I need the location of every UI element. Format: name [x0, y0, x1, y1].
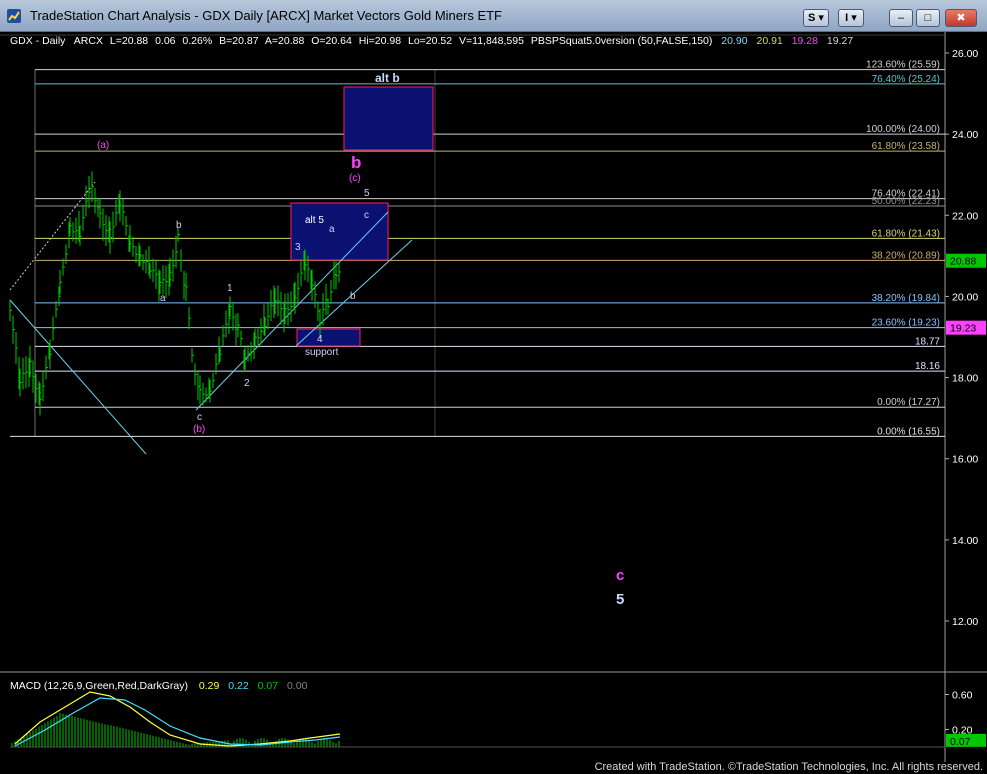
wave-label-b-left: b	[176, 220, 182, 231]
wave-label-a-small: a	[329, 224, 335, 235]
last-price: L=20.88	[110, 35, 148, 47]
close-button[interactable]: ✖	[945, 9, 977, 27]
fib-level-label: 18.77	[915, 336, 940, 347]
price-tick-label: 14.00	[952, 535, 978, 547]
high-price: Hi=20.98	[359, 35, 401, 47]
ask-price: A=20.88	[265, 35, 305, 47]
price-tick-label: 26.00	[952, 48, 978, 60]
window-title: TradeStation Chart Analysis - GDX Daily …	[30, 8, 502, 23]
copyright-footer: Created with TradeStation. ©TradeStation…	[594, 761, 983, 773]
fib-level-label: 61.80% (23.58)	[872, 141, 940, 152]
wave-label-c-small: c	[364, 210, 369, 221]
price-tick-label: 24.00	[952, 129, 978, 141]
wave-label-alt-5: alt 5	[305, 215, 324, 226]
support-price-tag-label: 19.23	[950, 323, 976, 335]
net-change: 0.06	[155, 35, 176, 47]
close-icon: ✖	[956, 12, 966, 24]
price-tick-label: 16.00	[952, 454, 978, 466]
minimize-icon: –	[897, 12, 905, 24]
dropdown-arrow-icon: ▾	[815, 12, 824, 24]
wave-label-5-big: 5	[616, 591, 624, 608]
support-box[interactable]	[296, 328, 361, 347]
pct-change: 0.26%	[182, 35, 212, 47]
svg-text:GDX - Daily ARCX L: GDX - Daily ARCX L=20.88 0.06 0.26% B=20…	[10, 35, 853, 47]
fib-level-label: 23.60% (19.23)	[872, 318, 940, 329]
macd-value-1: 0.29	[199, 680, 220, 692]
tradestation-app-icon	[7, 9, 21, 23]
wave-label-2: 2	[244, 378, 250, 389]
bid-price: B=20.87	[219, 35, 259, 47]
wave-label-b-big: b	[351, 153, 361, 172]
fib-level-label: 100.00% (24.00)	[866, 124, 940, 135]
volume: V=11,848,595	[459, 35, 524, 47]
price-tick-label: 18.00	[952, 373, 978, 385]
macd-tick-label: 0.60	[952, 690, 973, 702]
price-tick-label: 12.00	[952, 616, 978, 628]
svg-text:MACD (12,26,9,Green,Red,DarkGr: MACD (12,26,9,Green,Red,DarkGray) 0.29 0…	[10, 680, 308, 692]
macd-label: MACD (12,26,9,Green,Red,DarkGray)	[10, 680, 188, 692]
wave-label-b-right: b	[350, 291, 356, 302]
macd-value-4: 0.00	[287, 680, 308, 692]
exchange-label: ARCX	[74, 35, 103, 47]
fib-level-label: 18.16	[915, 361, 940, 372]
price-chart[interactable]: GDX - Daily ARCX L=20.88 0.06 0.26% B=20…	[0, 32, 987, 762]
wave-label-a-left: a	[160, 293, 166, 304]
macd-value-2: 0.22	[228, 680, 249, 692]
dropdown-arrow-icon: ▾	[848, 12, 857, 24]
wave-label-a-paren: (a)	[97, 140, 109, 151]
price-tick-label: 20.00	[952, 291, 978, 303]
study-value-3: 19.28	[792, 35, 818, 47]
wave-label-c-bottom: c	[197, 412, 202, 423]
wave-label-4: 4	[317, 334, 323, 345]
restore-icon: □	[924, 12, 932, 24]
fib-level-label: 0.00% (17.27)	[877, 397, 940, 408]
wave-label-c-paren: (c)	[349, 173, 361, 184]
open-price: O=20.64	[311, 35, 352, 47]
fib-level-label: 38.20% (19.84)	[872, 293, 940, 304]
wave-label-5-top: 5	[364, 188, 370, 199]
fib-level-label: 50.00% (22.23)	[872, 196, 940, 207]
i-menu-button[interactable]: I ▾	[838, 9, 864, 27]
macd-value-3: 0.07	[258, 680, 279, 692]
wave-label-alt-b: alt b	[375, 71, 400, 85]
fib-level-label: 61.80% (21.43)	[872, 228, 940, 239]
symbol-label: GDX - Daily	[10, 35, 66, 47]
low-price: Lo=20.52	[408, 35, 452, 47]
last-price-tag-label: 20.88	[950, 256, 976, 268]
wave-label-1: 1	[227, 283, 233, 294]
minimize-button[interactable]: –	[889, 9, 913, 27]
fib-level-label: 0.00% (16.55)	[877, 426, 940, 437]
alt-b-target-box[interactable]	[343, 86, 434, 151]
s-menu-button[interactable]: S ▾	[803, 9, 829, 27]
price-tick-label: 22.00	[952, 210, 978, 222]
study-value-2: 20.91	[757, 35, 783, 47]
fib-level-label: 76.40% (25.24)	[872, 74, 940, 85]
wave-label-3: 3	[295, 242, 301, 253]
wave-label-c-big: c	[616, 567, 624, 584]
wave-label-support: support	[305, 347, 339, 358]
study-value-1: 20.90	[721, 35, 747, 47]
study-value-4: 19.27	[827, 35, 853, 47]
fib-level-label: 38.20% (20.89)	[872, 250, 940, 261]
study-name: PBSPSquat5.0version (50,FALSE,150)	[531, 35, 713, 47]
window-title-bar[interactable]: TradeStation Chart Analysis - GDX Daily …	[0, 0, 987, 32]
alt-5-target-box[interactable]	[290, 202, 389, 261]
fib-level-label: 123.60% (25.59)	[866, 60, 940, 71]
chart-area[interactable]: GDX - Daily ARCX L=20.88 0.06 0.26% B=20…	[0, 32, 987, 762]
wave-label-b-paren: (b)	[193, 424, 205, 435]
restore-button[interactable]: □	[916, 9, 940, 27]
macd-current-tag-label: 0.07	[950, 736, 971, 748]
